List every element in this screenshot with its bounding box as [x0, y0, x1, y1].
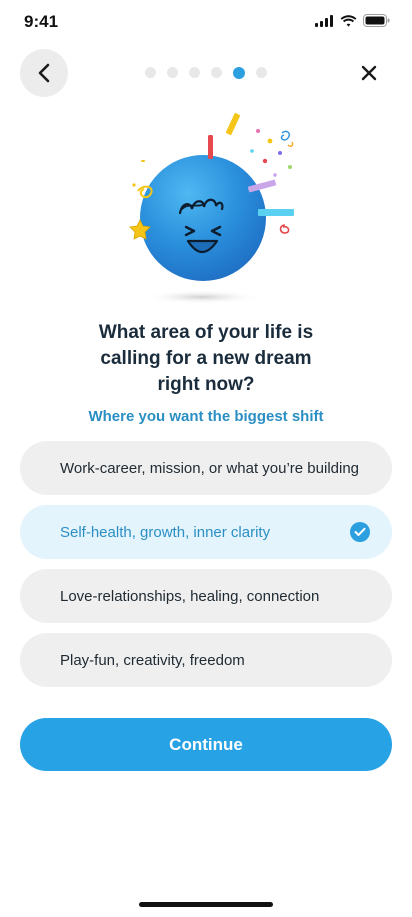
progress-indicator	[145, 66, 267, 79]
battery-icon	[363, 14, 390, 27]
status-bar: 9:41	[0, 0, 412, 44]
page-title: What area of your life is calling for a …	[40, 320, 372, 398]
celebrating-blue-ball-icon	[129, 113, 294, 304]
cellular-icon	[315, 14, 333, 27]
page-title-line: What area of your life is	[98, 322, 314, 343]
option-label: Work-career, mission, or what you’re bui…	[60, 459, 360, 477]
home-indicator	[139, 902, 273, 907]
progress-dot	[145, 67, 156, 78]
close-button[interactable]	[352, 56, 386, 90]
option-play-fun[interactable]: Play-fun, creativity, freedom	[20, 633, 392, 687]
status-time: 9:41	[24, 12, 59, 31]
option-love-relationships[interactable]: Love-relationships, healing, connection	[20, 569, 392, 623]
wifi-icon	[340, 14, 357, 27]
status-icons	[315, 14, 390, 27]
progress-dot-active	[233, 66, 245, 79]
option-self-health[interactable]: Self-health, growth, inner clarity	[20, 505, 392, 559]
option-label: Love-relationships, healing, connection	[60, 587, 320, 605]
progress-dot	[211, 67, 222, 78]
progress-dot	[167, 67, 178, 78]
progress-dot	[189, 67, 200, 78]
option-label: Play-fun, creativity, freedom	[60, 651, 245, 669]
page-title-line: calling for a new dream	[100, 348, 312, 369]
page-title-line: right now?	[157, 374, 255, 395]
close-icon	[361, 65, 377, 81]
checkmark-icon	[350, 522, 370, 542]
page-subtitle: Where you want the biggest shift	[88, 408, 324, 425]
option-work-career[interactable]: Work-career, mission, or what you’re bui…	[20, 441, 392, 495]
back-button[interactable]	[20, 49, 68, 97]
celebration-illustration	[120, 105, 310, 310]
progress-dot	[256, 67, 267, 78]
continue-button[interactable]: Continue	[20, 718, 392, 771]
option-label: Self-health, growth, inner clarity	[60, 523, 271, 541]
chevron-left-icon	[38, 63, 50, 83]
